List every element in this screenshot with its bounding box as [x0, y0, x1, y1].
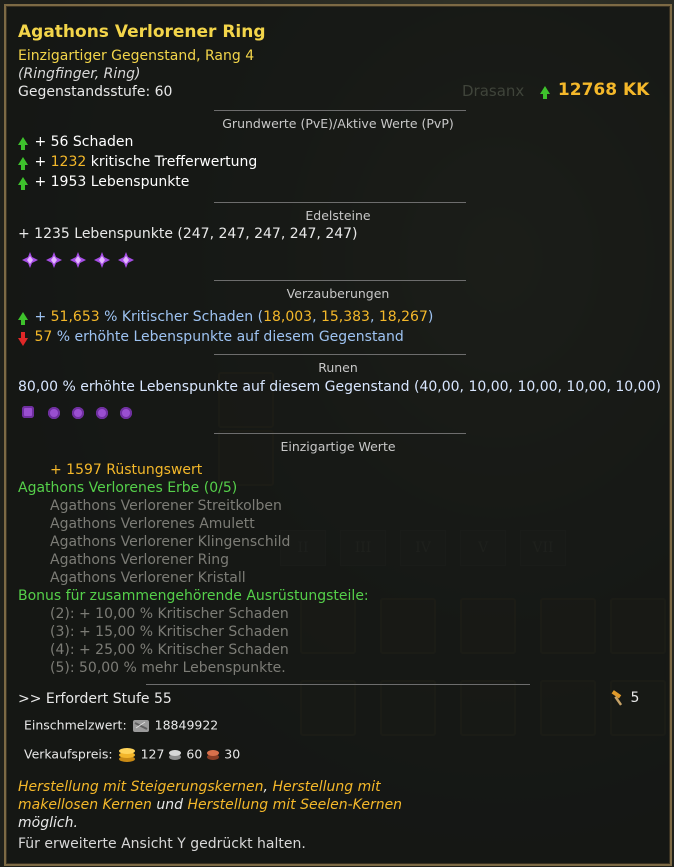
- set-bonus-title: Bonus für zusammengehörende Ausrüstungst…: [18, 588, 369, 604]
- set-item: Agathons Verlorener Ring: [50, 552, 230, 568]
- rune-icon[interactable]: [22, 406, 34, 418]
- section-divider: [214, 110, 466, 111]
- set-item: Agathons Verlorenes Amulett: [50, 516, 255, 532]
- enchant-health: 57 % erhöhte Lebenspunkte auf diesem Geg…: [18, 329, 404, 346]
- set-item: Agathons Verlorener Streitkolben: [50, 498, 282, 514]
- section-title-runes: Runen: [318, 360, 358, 375]
- up-arrow-icon: [18, 137, 28, 150]
- set-bonus: (3): + 15,00 % Kritischer Schaden: [50, 624, 289, 640]
- silver-coin-icon: [169, 750, 182, 760]
- section-divider: [214, 202, 466, 203]
- section-title-gems: Edelsteine: [305, 208, 371, 223]
- section-divider: [214, 433, 466, 434]
- item-name: Agathons Verlorener Ring: [18, 22, 266, 42]
- gold-coin-icon: [118, 748, 135, 762]
- refine-count: 5: [610, 690, 639, 706]
- player-name: Drasanx: [462, 82, 525, 100]
- stat-line-health: + 1953 Lebenspunkte: [18, 174, 189, 190]
- item-tooltip: Agathons Verlorener Ring Einzigartiger G…: [4, 4, 672, 866]
- expanded-view-hint: Für erweiterte Ansicht Y gedrückt halten…: [18, 836, 306, 852]
- section-divider: [214, 280, 466, 281]
- set-name: Agathons Verlorenes Erbe (0/5): [18, 480, 238, 496]
- section-divider: [146, 684, 530, 685]
- armor-value: + 1597 Rüstungswert: [50, 462, 203, 478]
- stat-line-crit: + 1232 kritische Trefferwertung: [18, 154, 257, 170]
- purple-gem-icon[interactable]: [46, 252, 62, 268]
- section-title-base: Grundwerte (PvE)/Aktive Werte (PvP): [222, 116, 454, 131]
- rune-icon[interactable]: [72, 407, 84, 419]
- section-divider: [214, 354, 466, 355]
- set-bonus: (5): 50,00 % mehr Lebenspunkte.: [50, 660, 286, 676]
- crafting-line-2: makellosen Kernen und Herstellung mit Se…: [18, 797, 403, 813]
- set-bonus: (4): + 25,00 % Kritischer Schaden: [50, 642, 289, 658]
- section-title-enchant: Verzauberungen: [286, 286, 390, 301]
- rune-bonus: 80,00 % erhöhte Lebenspunkte auf diesem …: [18, 379, 661, 395]
- stat-line-damage: + 56 Schaden: [18, 134, 133, 150]
- section-title-unique: Einzigartige Werte: [280, 439, 396, 454]
- gear-score-value: 12768 KK: [557, 80, 650, 100]
- purple-gem-icon[interactable]: [118, 252, 134, 268]
- rune-icon[interactable]: [48, 407, 60, 419]
- up-arrow-icon: [18, 312, 28, 325]
- purple-gem-icon[interactable]: [22, 252, 38, 268]
- purple-gem-icon[interactable]: [94, 252, 110, 268]
- purple-gem-icon[interactable]: [70, 252, 86, 268]
- set-bonus: (2): + 10,00 % Kritischer Schaden: [50, 606, 289, 622]
- down-arrow-icon: [18, 332, 28, 346]
- gem-bonus: + 1235 Lebenspunkte (247, 247, 247, 247,…: [18, 226, 358, 242]
- set-item: Agathons Verlorener Klingenschild: [50, 534, 291, 550]
- item-slot: (Ringfinger, Ring): [18, 66, 141, 82]
- scrap-metal-icon: [132, 720, 149, 732]
- copper-coin-icon: [207, 750, 220, 760]
- rune-icon[interactable]: [96, 407, 108, 419]
- set-item: Agathons Verlorener Kristall: [50, 570, 246, 586]
- gear-score: 12768 KK: [540, 80, 649, 100]
- enchant-crit-damage: + 51,653 % Kritischer Schaden (18,003, 1…: [18, 309, 433, 325]
- item-rarity: Einzigartiger Gegenstand, Rang 4: [18, 48, 255, 64]
- crafting-line-3: möglich.: [18, 815, 78, 831]
- melt-value-row: Einschmelzwert: 18849922: [24, 717, 218, 735]
- hammer-icon: [611, 690, 623, 706]
- up-arrow-icon: [18, 177, 28, 190]
- up-arrow-icon: [540, 86, 550, 99]
- required-level: >> Erfordert Stufe 55: [18, 691, 172, 707]
- crafting-line-1: Herstellung mit Steigerungskernen, Herst…: [18, 779, 381, 795]
- item-level: Gegenstandsstufe: 60: [18, 84, 173, 100]
- sell-price-row: Verkaufspreis: 127 60 30: [24, 746, 240, 764]
- up-arrow-icon: [18, 157, 28, 170]
- rune-icon[interactable]: [120, 407, 132, 419]
